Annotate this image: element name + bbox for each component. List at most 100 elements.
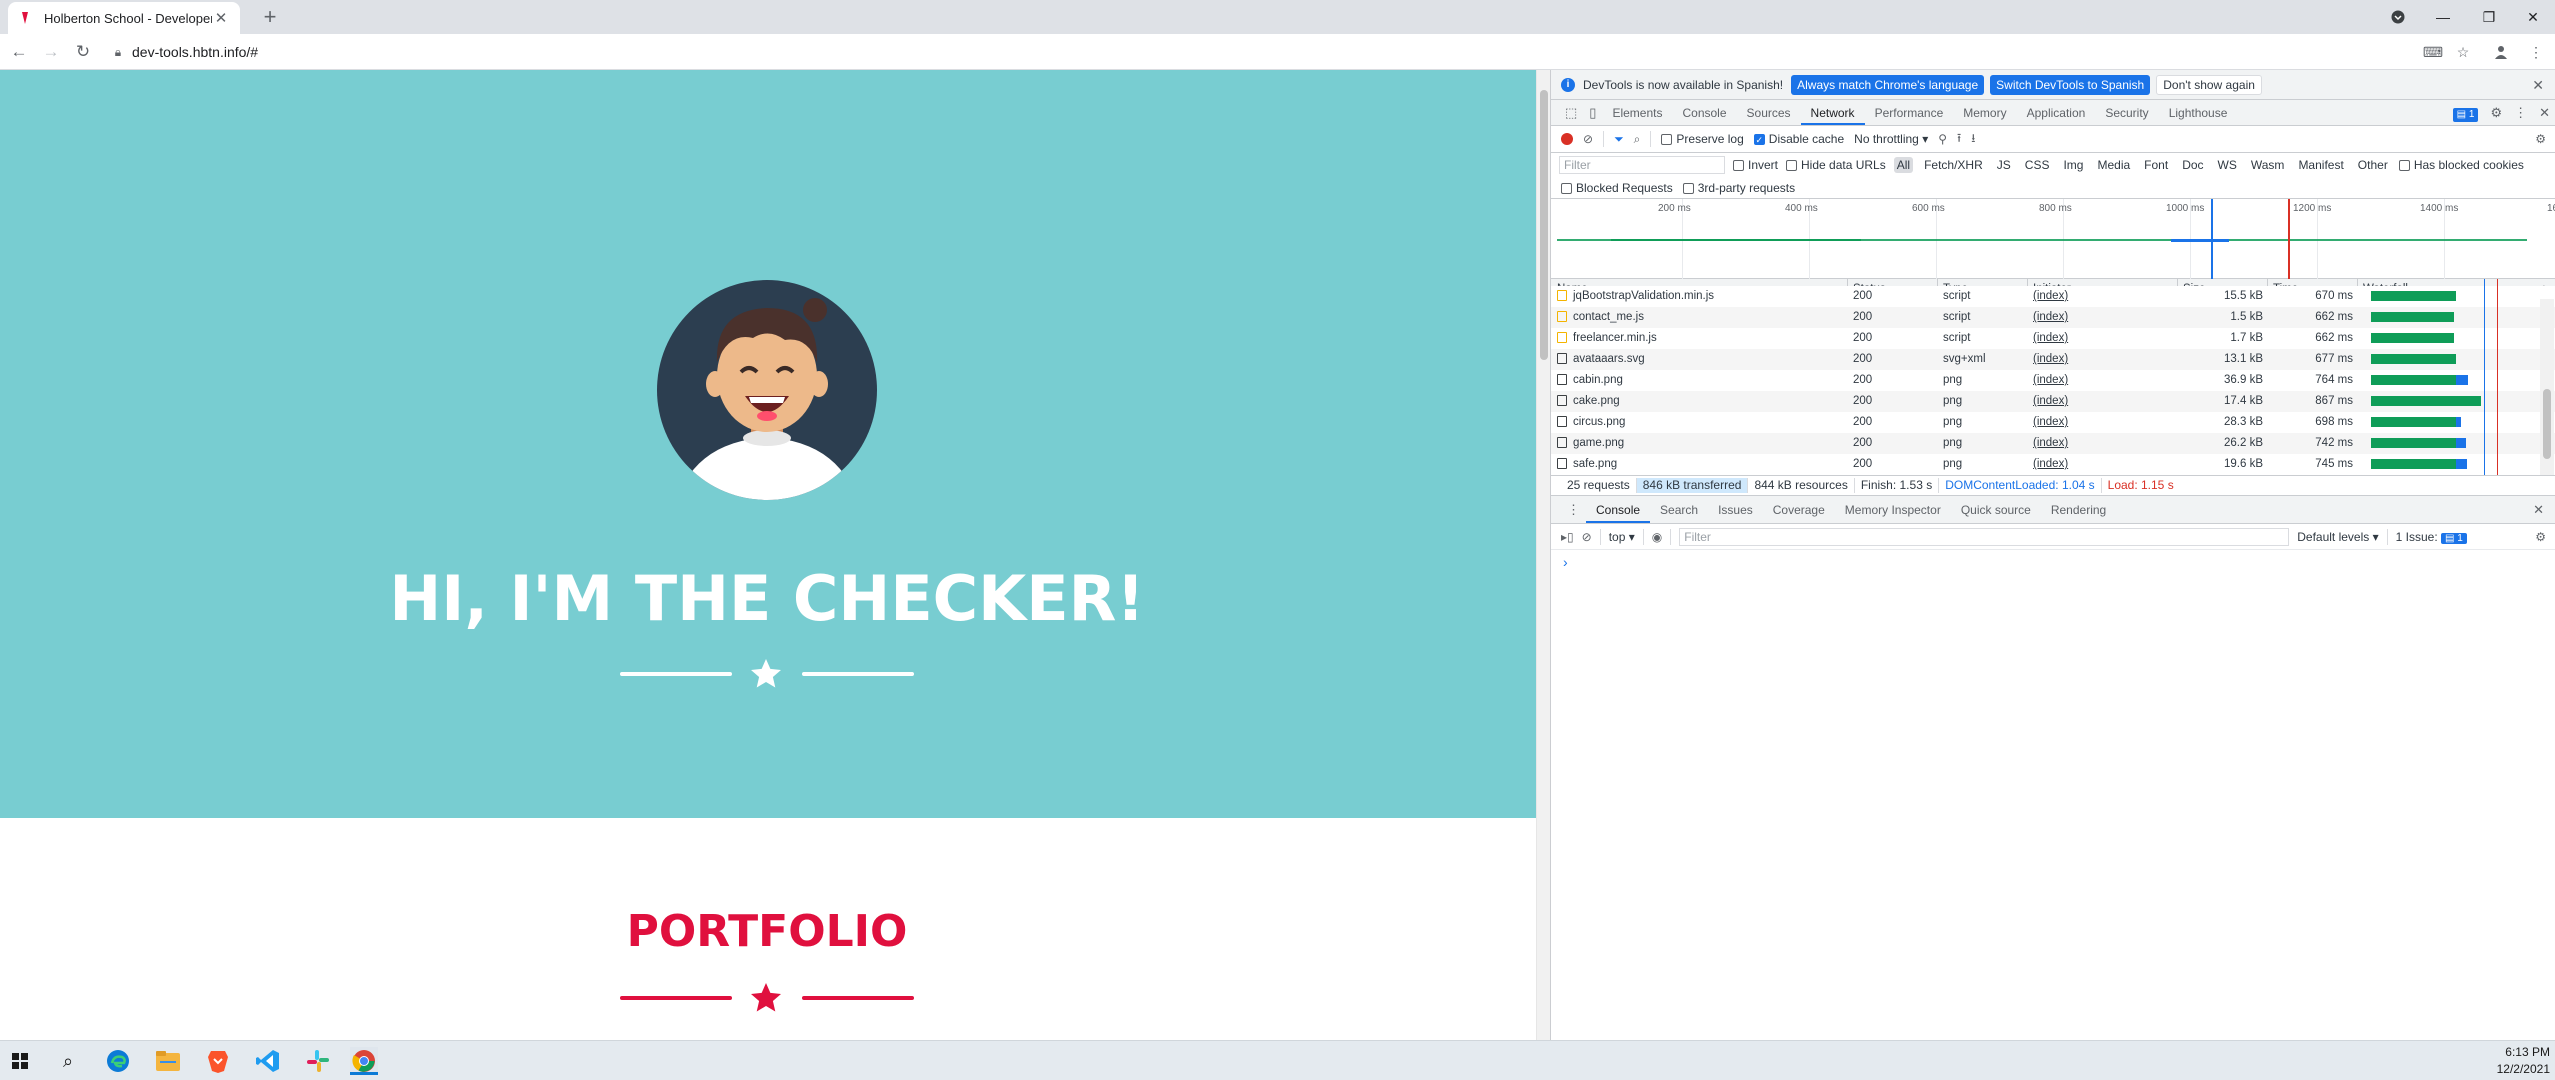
- filter-type-wasm[interactable]: Wasm: [2248, 157, 2288, 173]
- table-row[interactable]: freelancer.min.js 200 script (index) 1.7 kB 6…: [1551, 328, 2555, 349]
- tab-application[interactable]: Application: [2017, 100, 2096, 125]
- more-options-icon[interactable]: ⋮: [2508, 100, 2533, 125]
- filter-type-other[interactable]: Other: [2355, 157, 2391, 173]
- import-har-icon[interactable]: ⭱: [1957, 129, 1961, 150]
- tab-console[interactable]: Console: [1672, 100, 1736, 125]
- waterfall-wait-bar[interactable]: [2371, 417, 2457, 427]
- console-sidebar-icon[interactable]: ▸▯: [1561, 530, 1574, 544]
- filter-icon[interactable]: ⏷: [1614, 132, 1624, 147]
- vscode-icon[interactable]: [254, 1047, 282, 1075]
- console-filter-input[interactable]: Filter: [1679, 527, 2290, 546]
- table-row[interactable]: safe.png 200 png (index) 19.6 kB 745 ms: [1551, 454, 2555, 475]
- live-expression-eye-icon[interactable]: ◉: [1652, 530, 1662, 544]
- table-row[interactable]: cake.png 200 png (index) 17.4 kB 867 ms: [1551, 391, 2555, 412]
- browser-tab[interactable]: Holberton School - Developer to ✕: [8, 2, 240, 34]
- waterfall-wait-bar[interactable]: [2371, 459, 2457, 469]
- cell-initiator[interactable]: (index): [2033, 328, 2171, 349]
- cell-initiator[interactable]: (index): [2033, 370, 2171, 391]
- network-overview[interactable]: 200 ms 400 ms 600 ms 800 ms 1000 ms 1200 ms 14…: [1551, 199, 2555, 279]
- clear-icon[interactable]: ⊘: [1583, 132, 1593, 146]
- back-icon[interactable]: ←: [6, 39, 32, 65]
- table-row[interactable]: game.png 200 png (index) 26.2 kB 742 ms: [1551, 433, 2555, 454]
- cell-initiator[interactable]: (index): [2033, 307, 2171, 328]
- search-taskbar-icon[interactable]: ⌕: [54, 1047, 82, 1075]
- match-language-button[interactable]: Always match Chrome's language: [1791, 74, 1985, 95]
- drawer-tab-search[interactable]: Search: [1650, 496, 1708, 523]
- network-conditions-icon[interactable]: ⚲: [1938, 132, 1947, 146]
- console-settings-icon[interactable]: ⚙: [2535, 530, 2546, 544]
- waterfall-download-bar[interactable]: [2456, 417, 2462, 427]
- tab-network[interactable]: Network: [1800, 100, 1865, 125]
- restore-icon[interactable]: ❐: [2466, 2, 2512, 32]
- chrome-taskbar-icon[interactable]: [350, 1047, 378, 1075]
- cell-initiator[interactable]: (index): [2033, 433, 2171, 454]
- file-explorer-icon[interactable]: [154, 1047, 182, 1075]
- waterfall-wait-bar[interactable]: [2371, 354, 2457, 364]
- page-scrollbar[interactable]: [1536, 70, 1550, 1040]
- translate-icon[interactable]: ⌨: [2422, 41, 2444, 63]
- table-row[interactable]: jqBootstrapValidation.min.js 200 script (in…: [1551, 286, 2555, 307]
- throttling-select[interactable]: No throttling ▾: [1854, 132, 1928, 146]
- filter-type-font[interactable]: Font: [2141, 157, 2171, 173]
- device-toolbar-icon[interactable]: ▯: [1583, 100, 1602, 125]
- filter-type-css[interactable]: CSS: [2022, 157, 2053, 173]
- filter-type-js[interactable]: JS: [1994, 157, 2014, 173]
- filter-type-fetch-xhr[interactable]: Fetch/XHR: [1921, 157, 1986, 173]
- console-prompt[interactable]: ›: [1563, 554, 1568, 570]
- drawer-tab-console[interactable]: Console: [1586, 496, 1651, 523]
- filter-type-doc[interactable]: Doc: [2179, 157, 2206, 173]
- drawer-tab-rendering[interactable]: Rendering: [2041, 496, 2116, 523]
- devtools-close-icon[interactable]: ✕: [2533, 100, 2555, 125]
- waterfall-wait-bar[interactable]: [2371, 396, 2482, 406]
- issues-badge[interactable]: ▤ 1: [2447, 100, 2485, 125]
- tab-memory[interactable]: Memory: [1953, 100, 2016, 125]
- network-settings-icon[interactable]: ⚙: [2535, 132, 2546, 146]
- brave-icon[interactable]: [204, 1047, 232, 1075]
- cell-initiator[interactable]: (index): [2033, 391, 2171, 412]
- new-tab-button[interactable]: +: [256, 4, 284, 32]
- cell-initiator[interactable]: (index): [2033, 412, 2171, 433]
- edge-icon[interactable]: [104, 1047, 132, 1075]
- settings-gear-icon[interactable]: ⚙: [2484, 100, 2508, 125]
- cell-initiator[interactable]: (index): [2033, 349, 2171, 370]
- waterfall-download-bar[interactable]: [2456, 459, 2467, 469]
- disable-cache-checkbox[interactable]: ✓ Disable cache: [1753, 132, 1844, 146]
- console-clear-icon[interactable]: ⊘: [1582, 530, 1592, 544]
- has-blocked-cookies-checkbox[interactable]: Has blocked cookies: [2398, 158, 2524, 172]
- waterfall-wait-bar[interactable]: [2371, 333, 2454, 343]
- drawer-tab-quick-source[interactable]: Quick source: [1951, 496, 2041, 523]
- chrome-menu-icon[interactable]: ⋮: [2525, 41, 2547, 63]
- switch-spanish-button[interactable]: Switch DevTools to Spanish: [1990, 74, 2151, 95]
- profile-menu-icon[interactable]: [2375, 2, 2421, 32]
- forward-icon[interactable]: →: [38, 39, 64, 65]
- drawer-tab-issues[interactable]: Issues: [1708, 496, 1763, 523]
- hide-data-urls-checkbox[interactable]: Hide data URLs: [1786, 158, 1886, 172]
- console-issues-badge[interactable]: 1 Issue: ▤ 1: [2396, 530, 2467, 544]
- dont-show-again-button[interactable]: Don't show again: [2156, 74, 2262, 95]
- invert-checkbox[interactable]: Invert: [1733, 158, 1778, 172]
- preserve-log-checkbox[interactable]: Preserve log: [1661, 132, 1744, 146]
- waterfall-wait-bar[interactable]: [2371, 312, 2454, 322]
- tab-close-icon[interactable]: ✕: [212, 9, 230, 27]
- context-select[interactable]: top ▾: [1609, 530, 1635, 544]
- cell-initiator[interactable]: (index): [2033, 286, 2171, 307]
- window-close-icon[interactable]: ✕: [2510, 2, 2555, 32]
- address-bar[interactable]: 🔒︎ dev-tools.hbtn.info/#: [104, 38, 2404, 66]
- table-row[interactable]: contact_me.js 200 script (index) 1.5 kB 662 m…: [1551, 307, 2555, 328]
- reload-icon[interactable]: ↻: [70, 39, 96, 65]
- profile-icon[interactable]: [2490, 41, 2512, 63]
- waterfall-download-bar[interactable]: [2456, 375, 2469, 385]
- tab-security[interactable]: Security: [2095, 100, 2158, 125]
- cell-initiator[interactable]: (index): [2033, 454, 2171, 475]
- tab-sources[interactable]: Sources: [1737, 100, 1801, 125]
- filter-type-img[interactable]: Img: [2060, 157, 2086, 173]
- inspect-element-icon[interactable]: ⬚: [1559, 100, 1583, 125]
- waterfall-wait-bar[interactable]: [2371, 438, 2457, 448]
- tab-lighthouse[interactable]: Lighthouse: [2159, 100, 2238, 125]
- tab-performance[interactable]: Performance: [1865, 100, 1954, 125]
- waterfall-wait-bar[interactable]: [2371, 291, 2457, 301]
- third-party-checkbox[interactable]: 3rd-party requests: [1682, 181, 1795, 195]
- table-scrollbar[interactable]: [2540, 299, 2554, 475]
- table-row[interactable]: cabin.png 200 png (index) 36.9 kB 764 ms: [1551, 370, 2555, 391]
- filter-type-all[interactable]: All: [1893, 157, 1914, 173]
